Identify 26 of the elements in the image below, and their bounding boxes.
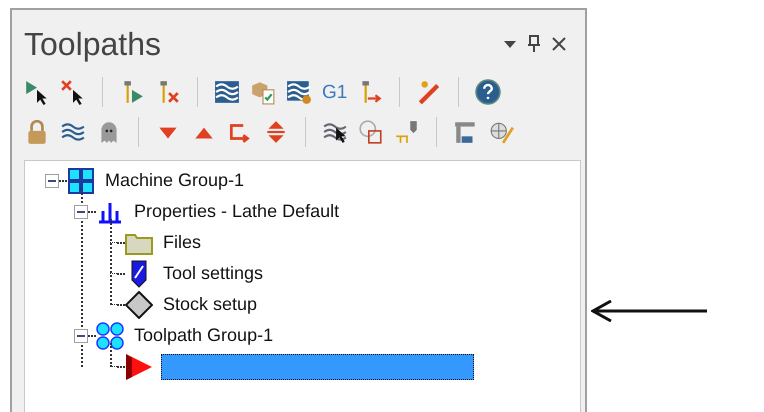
circle-square-icon[interactable] [358, 119, 384, 145]
diamond-icon [125, 290, 153, 318]
tree-item[interactable]: Stock setup [161, 291, 260, 318]
tree-item[interactable]: Tool settings [161, 260, 266, 287]
g1-button[interactable]: G1 [322, 82, 348, 102]
tree-item[interactable]: Properties - Lathe Default [132, 198, 342, 225]
grid-icon [68, 168, 94, 194]
collapse-toggle[interactable] [74, 328, 88, 342]
tree-item[interactable]: Toolpath Group-1 [132, 322, 276, 349]
dropdown-icon[interactable] [503, 39, 517, 49]
flag-icon [125, 352, 153, 380]
tool-icon [129, 260, 149, 288]
waves-gear-icon[interactable] [286, 79, 312, 105]
tree-item[interactable]: Machine Group-1 [103, 167, 246, 194]
tree-item[interactable]: Files [161, 229, 204, 256]
panel-title: Toolpaths [24, 25, 162, 64]
pin-icon[interactable] [527, 35, 541, 53]
rename-field[interactable] [161, 354, 474, 380]
waves-icon[interactable] [214, 79, 240, 105]
tool-step-icon[interactable] [394, 119, 420, 145]
close-icon[interactable] [551, 36, 567, 52]
collapse-toggle[interactable] [74, 204, 88, 218]
help-icon[interactable] [475, 79, 502, 105]
left-arrow-icon [591, 300, 709, 322]
collapse-toggle[interactable] [45, 174, 59, 188]
circles-icon [96, 322, 124, 350]
